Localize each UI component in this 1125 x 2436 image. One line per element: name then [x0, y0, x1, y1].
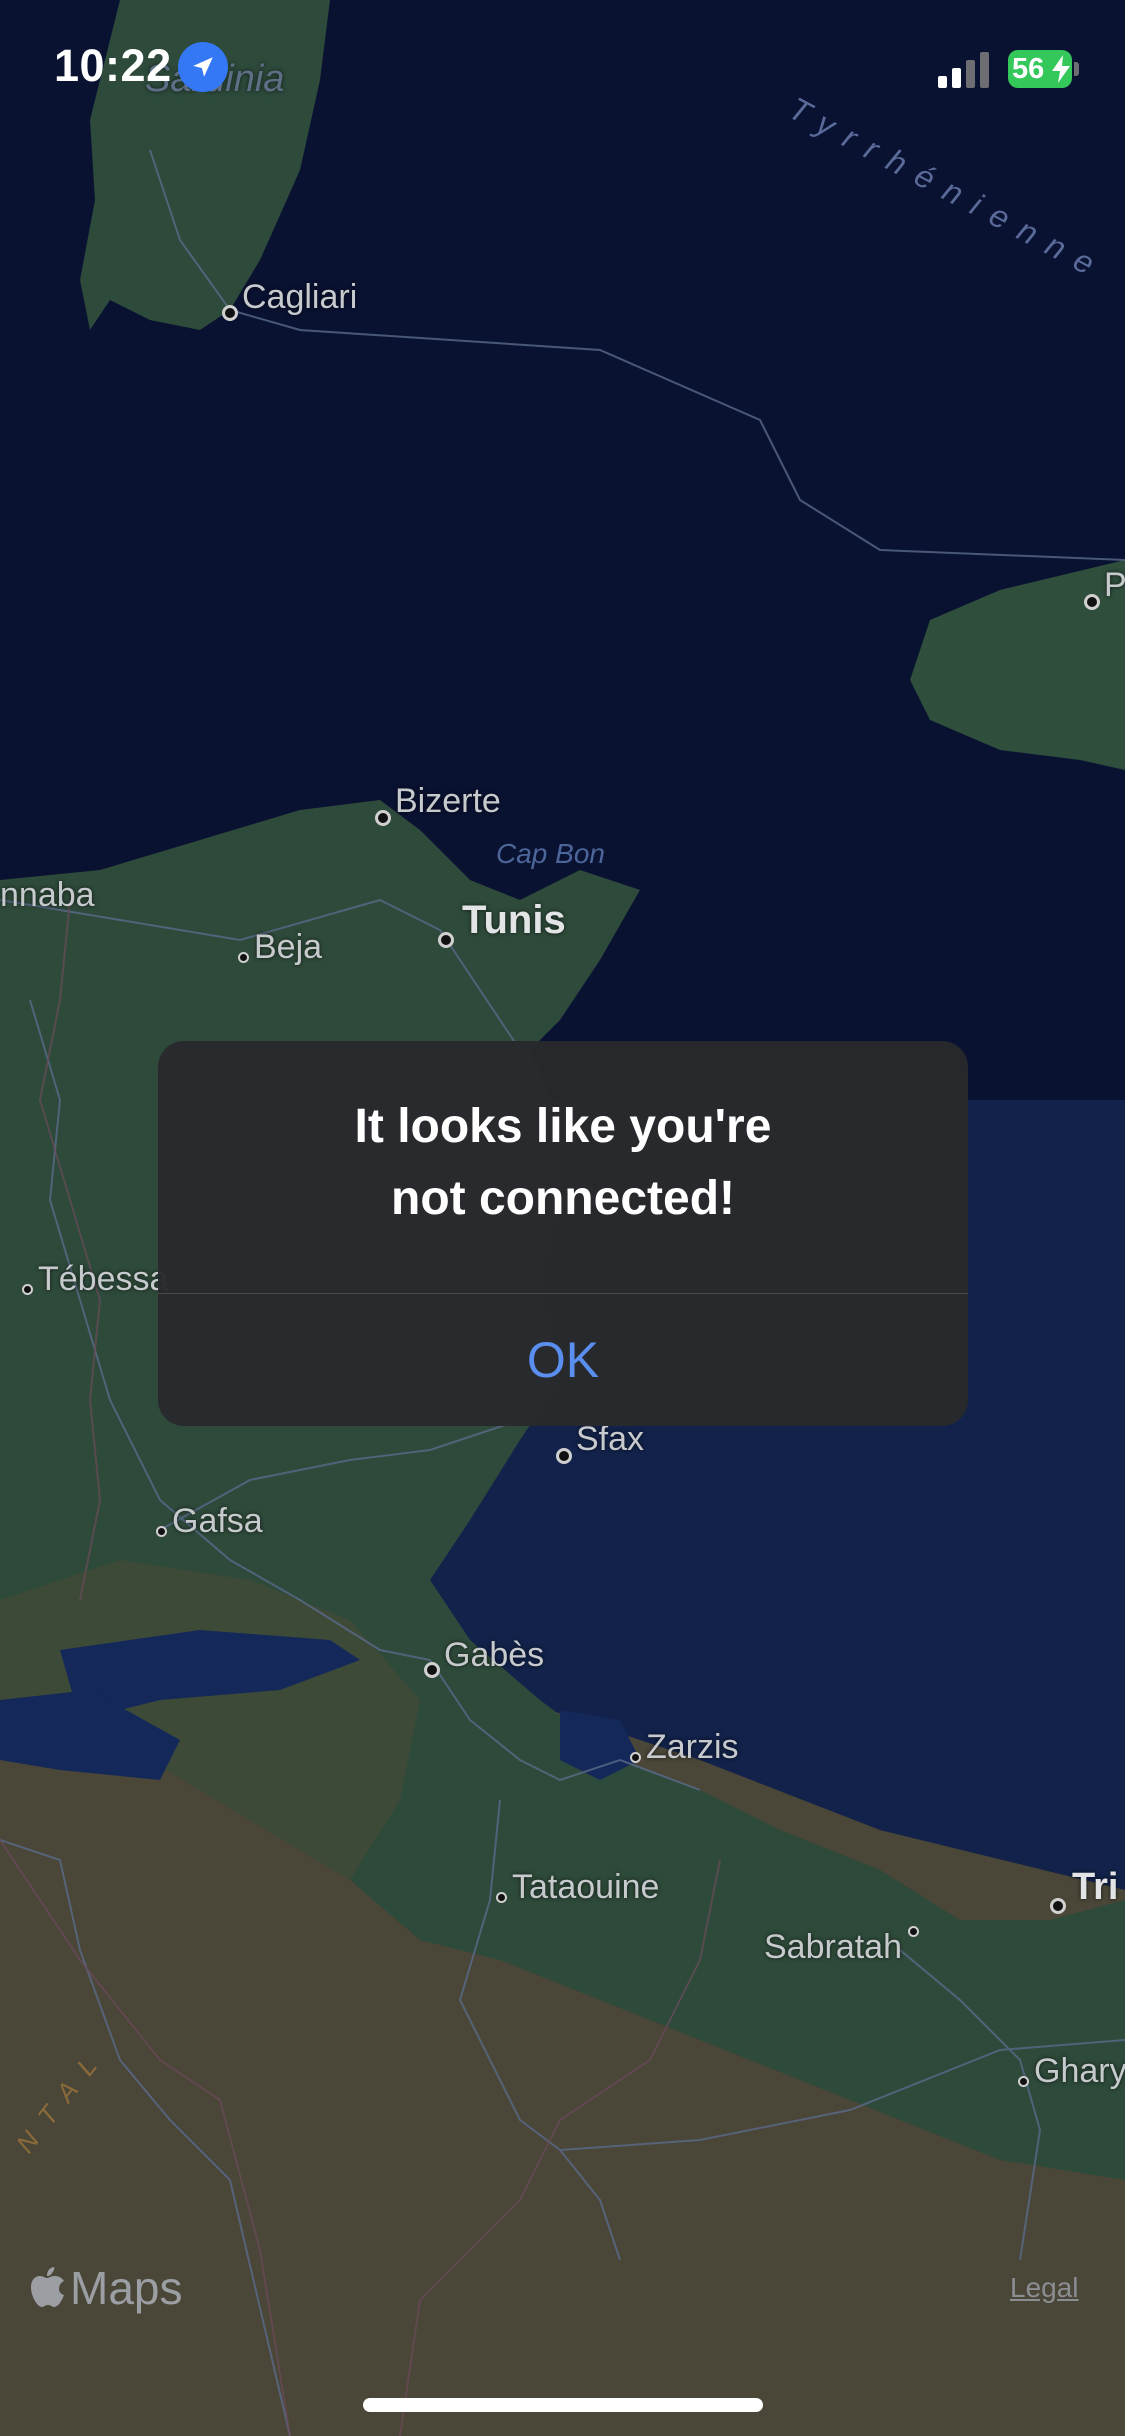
alert-title-line-1: It looks like you're	[354, 1100, 772, 1153]
city-marker	[908, 1926, 919, 1937]
map-label-sabratah[interactable]: Sabratah	[764, 1928, 902, 1967]
city-marker	[424, 1662, 440, 1678]
map-label-palermo[interactable]: P	[1104, 566, 1125, 605]
city-marker	[496, 1892, 507, 1903]
battery-charging-icon: 56	[1008, 50, 1079, 88]
map-label-gabes[interactable]: Gabès	[444, 1636, 544, 1675]
map-label-beja[interactable]: Beja	[254, 928, 322, 967]
city-marker	[375, 810, 391, 826]
city-marker	[22, 1284, 33, 1295]
map-label-bizerte[interactable]: Bizerte	[395, 782, 501, 821]
status-time: 10:22	[54, 40, 172, 91]
map-label-zarzis[interactable]: Zarzis	[646, 1728, 739, 1767]
city-marker	[1050, 1898, 1066, 1914]
city-marker	[438, 932, 454, 948]
signal-icon	[938, 52, 989, 88]
map-label-annaba[interactable]: nnaba	[0, 876, 95, 915]
map-label-gharyan[interactable]: Gharya	[1034, 2052, 1125, 2091]
alert-title-line-2: not connected!	[391, 1172, 735, 1225]
city-marker	[630, 1752, 641, 1763]
charging-bolt-icon	[1052, 55, 1070, 83]
ok-button[interactable]: OK	[158, 1294, 968, 1426]
map-label-tripoli[interactable]: Tri	[1072, 1866, 1118, 1909]
legal-link[interactable]: Legal	[1010, 2272, 1079, 2304]
map-label-tunis[interactable]: Tunis	[462, 898, 566, 943]
city-marker	[222, 305, 238, 321]
alert-title: It looks like you're not connected!	[158, 1091, 968, 1235]
map-label-gafsa[interactable]: Gafsa	[172, 1502, 263, 1541]
apple-maps-logo: Maps	[30, 2258, 182, 2318]
not-connected-alert: It looks like you're not connected! OK	[158, 1041, 968, 1426]
city-marker	[1084, 594, 1100, 610]
map-label-cagliari[interactable]: Cagliari	[242, 278, 357, 317]
battery-level: 56	[1012, 52, 1045, 85]
map-label-cap-bon: Cap Bon	[496, 838, 605, 869]
city-marker	[238, 952, 249, 963]
city-marker	[556, 1448, 572, 1464]
map-label-tebessa[interactable]: Tébessa	[38, 1260, 168, 1299]
map-label-tataouine[interactable]: Tataouine	[512, 1868, 659, 1907]
home-indicator[interactable]	[363, 2398, 763, 2412]
location-arrow-icon	[178, 42, 228, 92]
apple-logo-icon	[31, 2267, 64, 2307]
maps-label: Maps	[70, 2262, 183, 2314]
city-marker	[1018, 2076, 1029, 2087]
city-marker	[156, 1526, 167, 1537]
status-bar: 10:22 56	[0, 0, 1125, 140]
